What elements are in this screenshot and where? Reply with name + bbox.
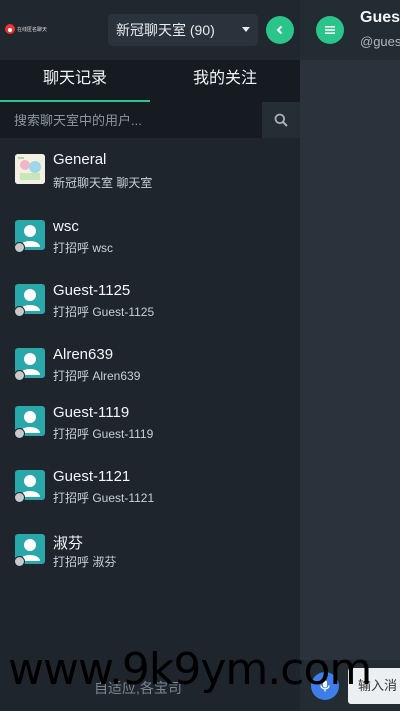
chat-item-subtitle: 打招呼 Guest-1125 (53, 305, 155, 319)
status-dot (14, 428, 25, 439)
watermark: www.9k9ym.com (8, 644, 372, 695)
chat-item-name: Alren639 (53, 346, 114, 363)
sidebar: 在线匿名聊天 新冠聊天室 (90) 聊天记录 我的关注 General 新冠聊天… (0, 0, 300, 711)
chat-item-subtitle: 新冠聊天室 聊天室 (53, 176, 153, 190)
search-button[interactable] (262, 102, 300, 138)
chat-item-subtitle: 打招呼 Guest-1119 (53, 427, 154, 441)
logo-text: 在线匿名聊天 (17, 26, 48, 33)
chat-item-name: Guest-1125 (53, 282, 131, 299)
sidebar-header: 在线匿名聊天 新冠聊天室 (90) (0, 0, 300, 60)
status-dot (14, 306, 25, 317)
chat-item-user[interactable]: 淑芬 打招呼 淑芬 (0, 522, 300, 586)
user-search (0, 102, 300, 138)
search-icon (274, 113, 288, 127)
chat-item-subtitle: 打招呼 淑芬 (53, 555, 117, 569)
search-input[interactable] (0, 102, 262, 138)
menu-button[interactable] (316, 16, 344, 44)
message-area[interactable] (300, 60, 400, 660)
chevron-left-icon (276, 25, 283, 35)
chat-item-user[interactable]: Guest-1125 打招呼 Guest-1125 (0, 266, 300, 330)
chat-item-user[interactable]: Guest-1121 打招呼 Guest-1121 (0, 458, 300, 522)
room-select-value: 新冠聊天室 (90) (116, 22, 215, 38)
sidebar-tabs: 聊天记录 我的关注 (0, 60, 300, 102)
logo-icon (5, 24, 15, 34)
tab-following[interactable]: 我的关注 (150, 60, 300, 102)
chat-item-name: Guest-1119 (53, 404, 130, 421)
chat-item-subtitle: 打招呼 Guest-1121 (53, 491, 155, 505)
chat-item-user[interactable]: Guest-1119 打招呼 Guest-1119 (0, 394, 300, 458)
status-dot (14, 556, 25, 567)
caret-down-icon (242, 27, 250, 32)
chat-item-name: Guest-1121 (53, 468, 131, 485)
status-dot (14, 492, 25, 503)
chat-item-name: wsc (53, 218, 79, 235)
chat-item-name: 淑芬 (53, 535, 84, 552)
chat-title: Gues (360, 9, 400, 26)
chat-item-subtitle: 打招呼 wsc (53, 241, 114, 255)
logo: 在线匿名聊天 (5, 22, 51, 36)
chat-item-general[interactable]: General 新冠聊天室 聊天室 (0, 138, 300, 202)
status-dot (14, 242, 25, 253)
chat-handle: @gues (360, 34, 400, 49)
chat-item-user[interactable]: wsc 打招呼 wsc (0, 202, 300, 266)
chat-item-name: General (53, 151, 107, 168)
chat-item-user[interactable]: Alren639 打招呼 Alren639 (0, 330, 300, 394)
status-dot (14, 370, 25, 381)
chat-header: Gues @gues (300, 0, 400, 60)
hamburger-menu-icon (325, 26, 335, 34)
chat-panel: Gues @gues 输入消 (300, 0, 400, 711)
tab-chat-history[interactable]: 聊天记录 (0, 60, 150, 102)
collapse-sidebar-button[interactable] (266, 16, 294, 44)
room-select[interactable]: 新冠聊天室 (90) (108, 14, 258, 46)
group-avatar (15, 154, 45, 184)
chat-item-subtitle: 打招呼 Alren639 (53, 369, 141, 383)
